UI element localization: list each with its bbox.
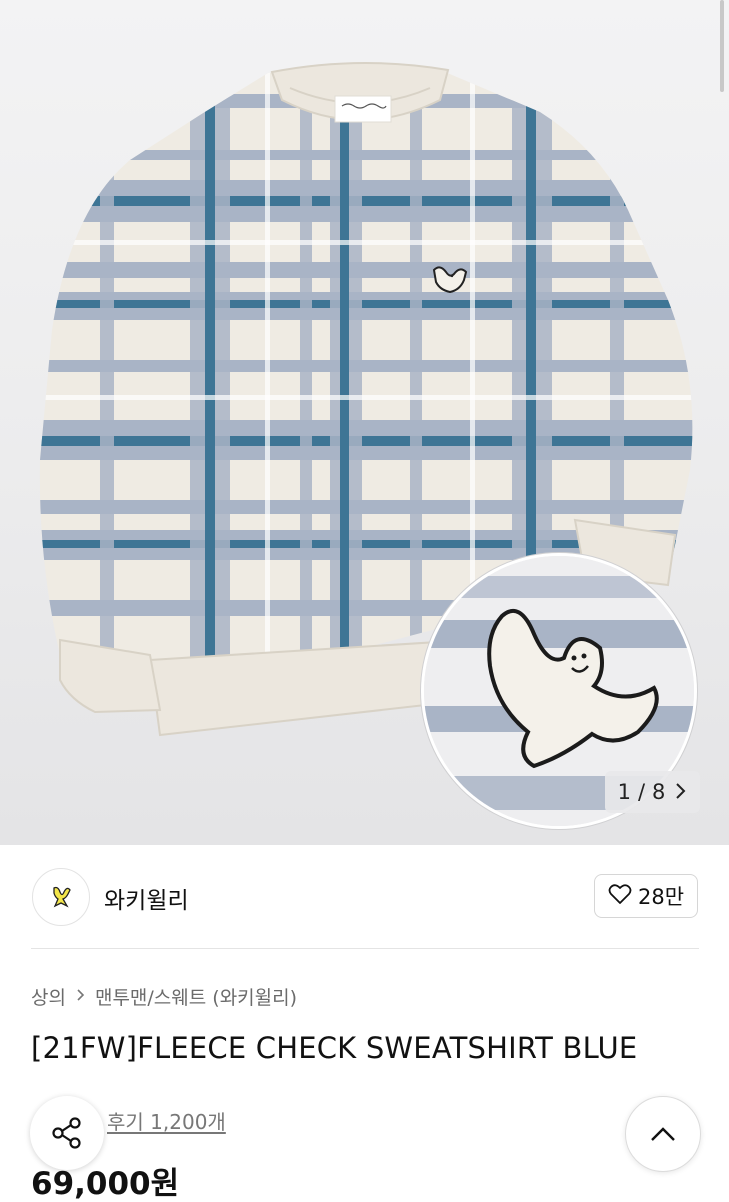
brand-name[interactable]: 와키윌리 [104, 881, 189, 915]
heart-outline-icon [608, 883, 632, 910]
product-image-gallery[interactable]: 1 / 8 [0, 0, 729, 845]
image-counter-total: 8 [652, 780, 666, 804]
share-icon [52, 1117, 81, 1149]
breadcrumb-category[interactable]: 상의 [31, 983, 66, 1010]
brand-logo-icon [53, 886, 71, 908]
image-counter-separator: / [637, 780, 646, 804]
image-counter-current: 1 [617, 780, 631, 804]
breadcrumb-subcategory[interactable]: 맨투맨/스웨트 (와키윌리) [95, 983, 297, 1010]
like-button[interactable]: 28만 [594, 874, 698, 918]
product-price: 69,000원 [31, 1166, 180, 1202]
share-button[interactable] [30, 1096, 104, 1170]
scrollbar-thumb[interactable] [720, 0, 724, 92]
section-divider [31, 948, 699, 949]
product-title: [21FW]FLEECE CHECK SWEATSHIRT BLUE [31, 1031, 638, 1065]
review-count-link[interactable]: 후기 1,200개 [107, 1106, 226, 1135]
chevron-right-icon[interactable] [675, 780, 687, 804]
breadcrumb: 상의 맨투맨/스웨트 (와키윌리) [31, 983, 297, 1010]
chevron-up-icon [651, 1127, 675, 1141]
like-count: 28만 [637, 885, 685, 909]
scroll-to-top-button[interactable] [625, 1096, 701, 1172]
chevron-right-icon [76, 986, 85, 1007]
brand-logo[interactable] [32, 868, 90, 926]
image-counter[interactable]: 1 / 8 [605, 771, 700, 813]
